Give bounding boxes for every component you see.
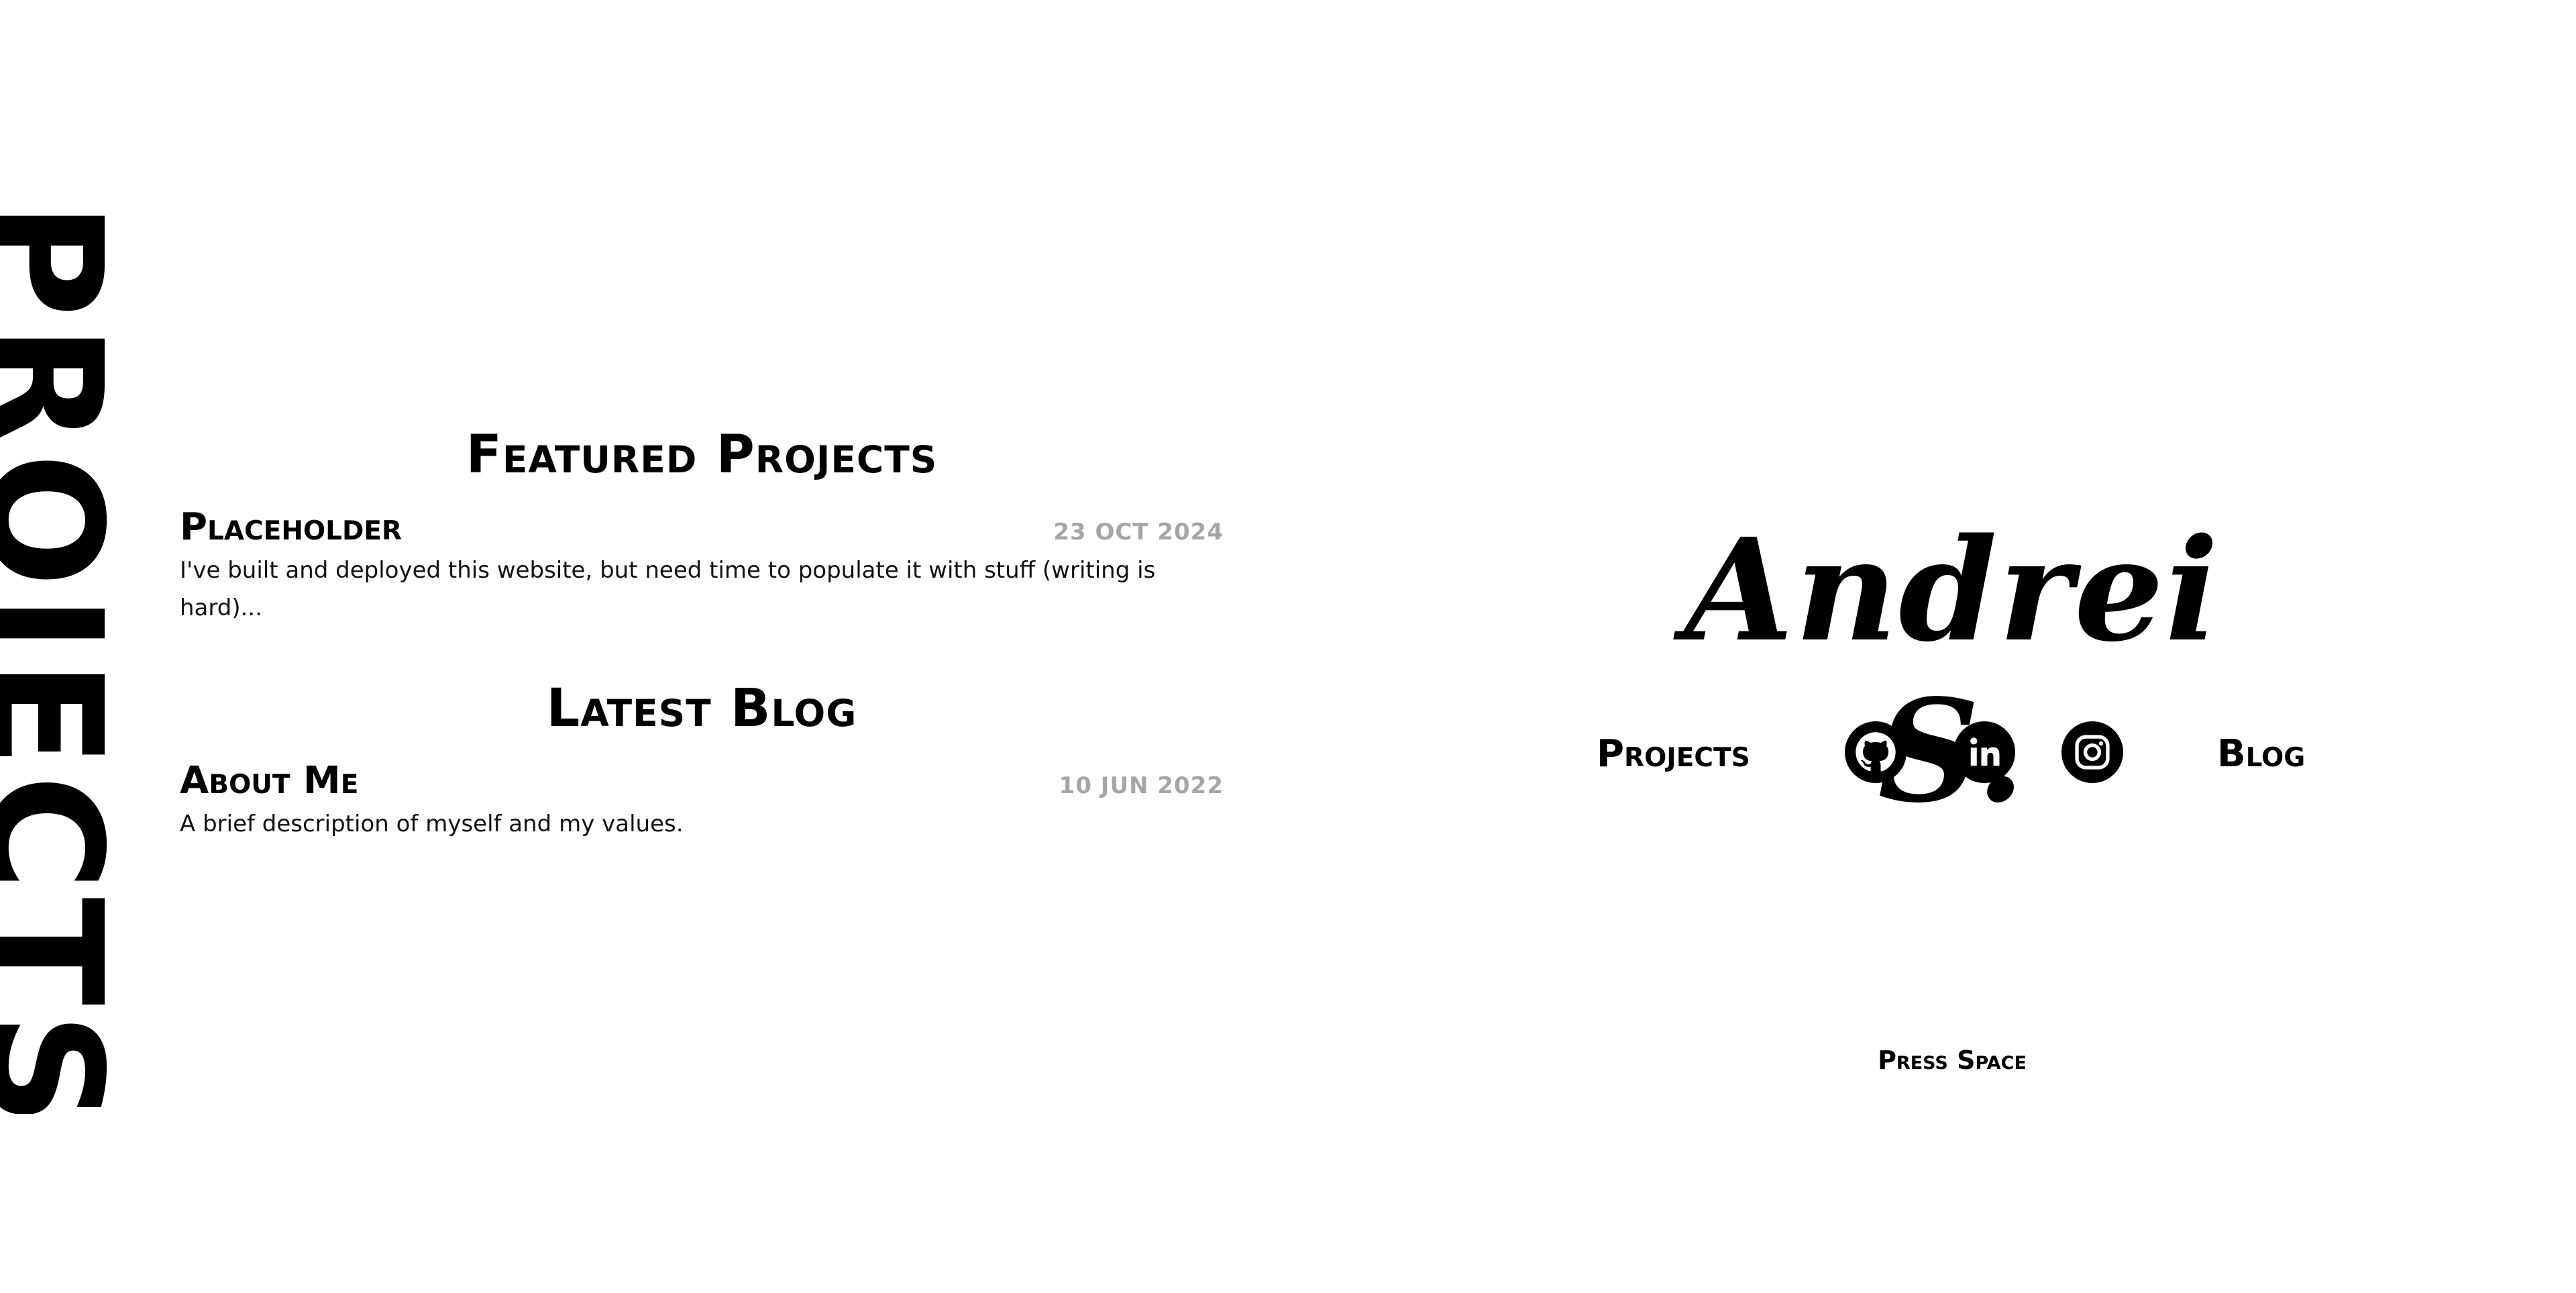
press-space-hint: Press Space xyxy=(1878,1045,2027,1075)
featured-projects-heading: Featured Projects xyxy=(466,425,938,485)
blog-title[interactable]: About Me xyxy=(180,757,358,805)
latest-blog-heading: Latest Blog xyxy=(546,678,857,739)
blog-entry-header: About Me 10 JUN 2022 xyxy=(180,757,1224,805)
nav-blog-link[interactable]: Blog xyxy=(2217,730,2305,778)
instagram-icon[interactable] xyxy=(2061,721,2123,783)
page: PROJECTS Featured Projects Placeholder 2… xyxy=(0,0,2576,1293)
content-column: Featured Projects Placeholder 23 OCT 202… xyxy=(180,416,1224,843)
linkedin-icon[interactable] xyxy=(1953,721,2015,783)
side-section-title: PROJECTS xyxy=(0,201,127,1114)
project-description: I've built and deployed this website, bu… xyxy=(180,557,1156,621)
side-title-text: PROJECTS xyxy=(0,201,127,1114)
nav-projects-link[interactable]: Projects xyxy=(1597,730,1750,778)
latest-blog-section: Latest Blog About Me 10 JUN 2022 A brief… xyxy=(180,670,1224,843)
main-nav: Projects Blog xyxy=(1597,718,2308,792)
project-entry[interactable]: Placeholder 23 OCT 2024 I've built and d… xyxy=(180,503,1224,627)
project-title[interactable]: Placeholder xyxy=(180,503,402,552)
project-date: 23 OCT 2024 xyxy=(1053,519,1224,546)
blog-date: 10 JUN 2022 xyxy=(1059,772,1224,799)
project-entry-header: Placeholder 23 OCT 2024 xyxy=(180,503,1224,552)
github-icon[interactable] xyxy=(1845,721,1907,783)
blog-entry[interactable]: About Me 10 JUN 2022 A brief description… xyxy=(180,757,1224,843)
blog-description: A brief description of myself and my val… xyxy=(180,811,684,837)
